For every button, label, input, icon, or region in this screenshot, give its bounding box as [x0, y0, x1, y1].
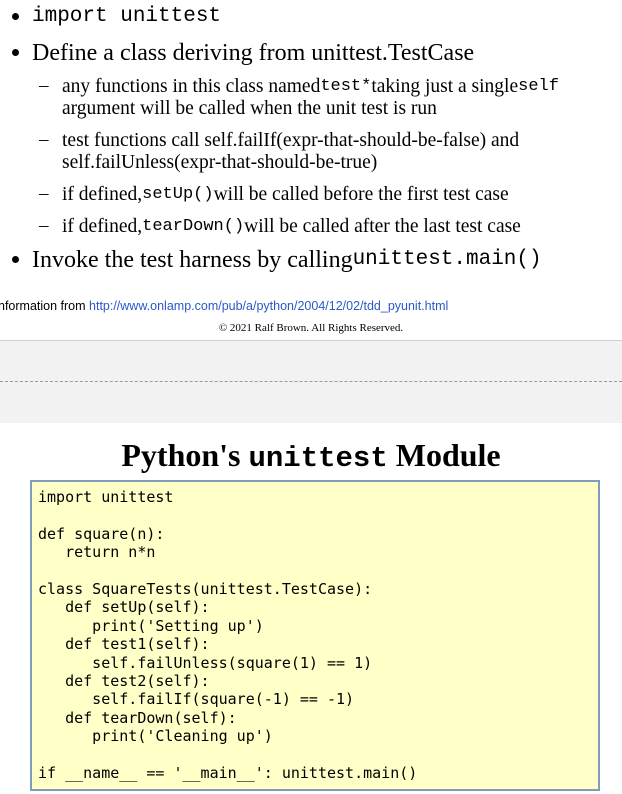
bullet-define-class-text: Define a class deriving from unittest.Te… [32, 40, 475, 66]
bullet-invoke-text: Invoke the test harness by calling [32, 247, 353, 273]
bullet-dot [12, 49, 19, 56]
code-block: import unittest def square(n): return n*… [30, 480, 600, 791]
bullet-dot [12, 13, 19, 20]
sub-dash: – [39, 75, 49, 96]
sub-test-functions-line2: argument will be called when the unit te… [62, 98, 437, 120]
source-line: nformation from http://www.onlamp.com/pu… [0, 299, 448, 313]
bullet-invoke: Invoke the test harness by calling unitt… [32, 245, 542, 275]
sub-dash: – [39, 215, 49, 236]
slide-top: import unittest Define a class deriving … [0, 0, 622, 340]
sub-test-functions-mid: taking just a single [371, 76, 519, 97]
sub-dash: – [39, 129, 49, 150]
sub-test-functions: any functions in this class named test* … [62, 76, 559, 98]
copyright: © 2021 Ralf Brown. All Rights Reserved. [218, 322, 404, 334]
sub-setup: if defined, setUp() will be called befor… [62, 184, 509, 206]
sub-setup-pre: if defined, [62, 184, 143, 205]
bullet-dot [12, 256, 19, 263]
sub-test-functions-line2-text: argument will be called when the unit te… [62, 98, 437, 119]
slide-separator [0, 340, 622, 424]
sub-fail-calls-line1: test functions call self.failIf(expr-tha… [62, 130, 520, 151]
code-teardown: tearDown() [142, 217, 245, 236]
slide-title: Python's unittest Module [0, 433, 622, 481]
code-test-star: test* [320, 77, 372, 96]
page-break-line [0, 381, 622, 382]
code-setup: setUp() [142, 185, 214, 204]
sub-teardown-post: will be called after the last test case [244, 216, 521, 237]
sub-teardown-pre: if defined, [62, 216, 143, 237]
bullet-define-class: Define a class deriving from unittest.Te… [32, 38, 474, 68]
sub-fail-calls: test functions call self.failIf(expr-tha… [62, 130, 519, 152]
sub-dash: – [39, 183, 49, 204]
source-prefix: nformation from [0, 299, 90, 313]
sub-fail-calls-line2: self.failUnless(expr-that-should-be-true… [62, 152, 377, 174]
code-unittest-main: unittest.main() [352, 248, 542, 271]
slide-title-post: Module [387, 437, 501, 473]
sub-test-functions-pre: any functions in this class named [62, 76, 321, 97]
sub-teardown: if defined, tearDown() will be called af… [62, 216, 521, 238]
bullet-import-code: import unittest [32, 5, 222, 28]
code-self: self [518, 77, 559, 96]
sub-setup-post: will be called before the first test cas… [213, 184, 509, 205]
slide-bottom: Python's unittest Module import unittest… [0, 423, 622, 794]
sub-fail-calls-line2-text: self.failUnless(expr-that-should-be-true… [62, 152, 378, 173]
source-link[interactable]: http://www.onlamp.com/pub/a/python/2004/… [89, 299, 448, 313]
slide-title-pre: Python's [121, 437, 249, 473]
slide-title-code: unittest [248, 442, 388, 475]
bullet-import: import unittest [32, 2, 221, 32]
code-listing: import unittest def square(n): return n*… [38, 488, 418, 783]
